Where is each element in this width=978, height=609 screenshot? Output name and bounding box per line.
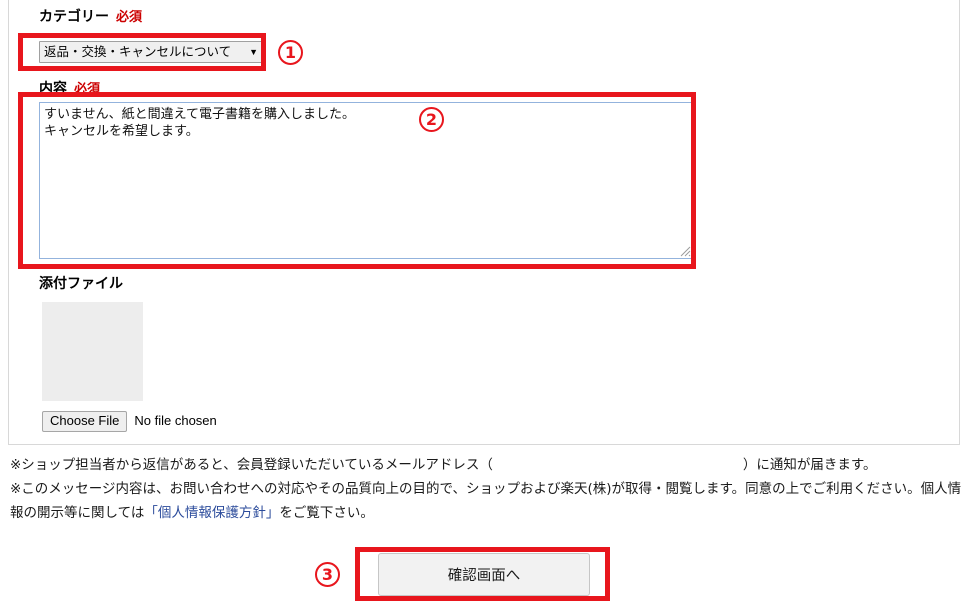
file-input-row[interactable]: Choose File No file chosen <box>42 410 217 432</box>
confirm-screen-button[interactable]: 確認画面へ <box>378 553 590 596</box>
category-field-label: カテゴリー 必須 <box>39 8 142 25</box>
notice-line-email: ※ショップ担当者から返信があると、会員登録いただいているメールアドレス（ ）に通知… <box>10 453 965 477</box>
file-status-text: No file chosen <box>134 413 217 428</box>
choose-file-button[interactable]: Choose File <box>42 410 128 432</box>
category-label-text: カテゴリー <box>39 8 109 24</box>
inquiry-form-panel: カテゴリー必須 返品・交換・キャンセルについて ▼ 内容必須 添付ファイル Ch… <box>8 0 960 445</box>
content-required-badge: 必須 <box>74 81 101 96</box>
content-textarea[interactable] <box>39 102 693 259</box>
category-selected-value: 返品・交換・キャンセルについて <box>44 45 232 59</box>
attachment-label-text: 添付ファイル <box>39 275 123 291</box>
attachment-field-label: 添付ファイル <box>39 275 123 291</box>
content-label-text: 内容 <box>39 80 67 96</box>
notice-line-privacy: ※このメッセージ内容は、お問い合わせへの対応やその品質向上の目的で、ショップおよ… <box>10 477 965 525</box>
category-required-badge: 必須 <box>116 9 143 24</box>
notice-email-suffix: ）に通知が届きます。 <box>742 457 877 473</box>
notice-privacy-suffix: をご覧下さい。 <box>279 505 374 521</box>
category-select[interactable]: 返品・交換・キャンセルについて ▼ <box>39 41 263 63</box>
annotation-marker-3: 3 <box>315 562 340 587</box>
notice-email-prefix: ※ショップ担当者から返信があると、会員登録いただいているメールアドレス（ <box>10 457 493 473</box>
notice-block: ※ショップ担当者から返信があると、会員登録いただいているメールアドレス（ ）に通知… <box>10 453 965 525</box>
chevron-down-icon: ▼ <box>249 47 258 57</box>
attachment-preview-placeholder <box>42 302 143 401</box>
content-field-label: 内容 必須 <box>39 80 100 97</box>
privacy-policy-link[interactable]: 「個人情報保護方針」 <box>144 505 279 521</box>
confirm-screen-button-label: 確認画面へ <box>447 568 521 584</box>
